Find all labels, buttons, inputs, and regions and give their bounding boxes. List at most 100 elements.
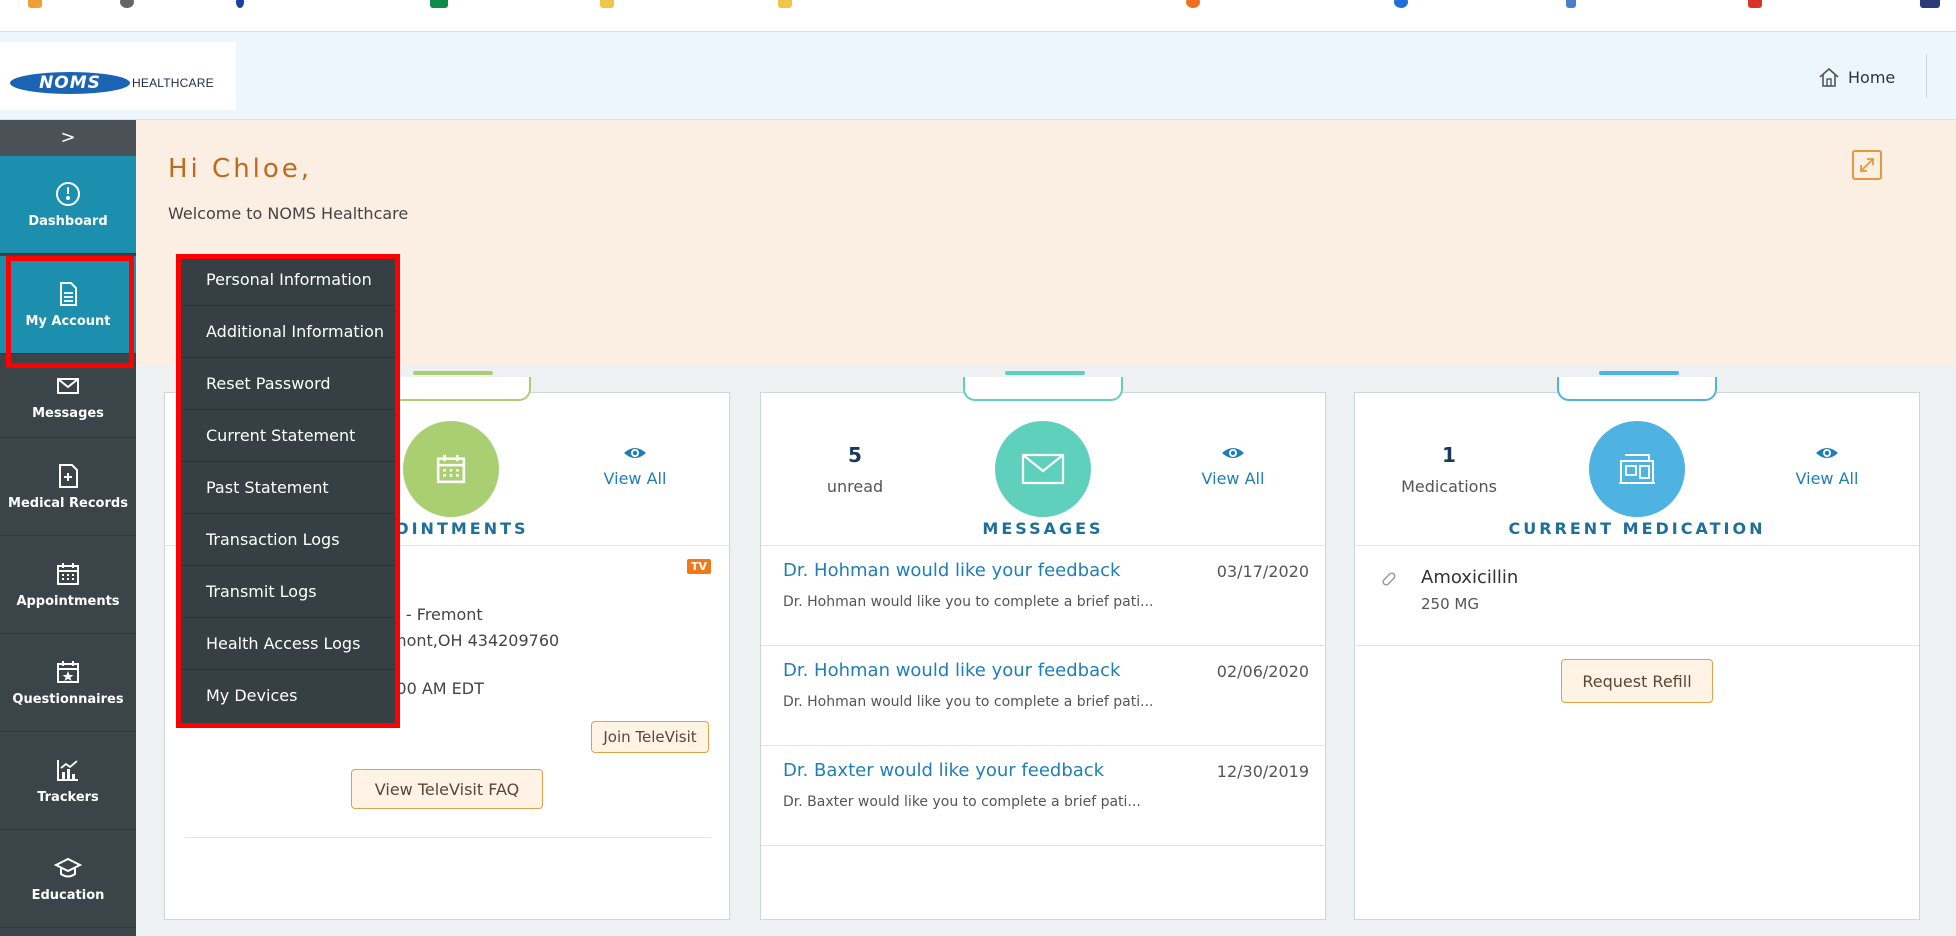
card-divider xyxy=(1355,645,1919,646)
message-date: 12/30/2019 xyxy=(1216,762,1309,781)
sidebar-item-label: Medical Records xyxy=(8,496,128,511)
logo-main-text: NOMS xyxy=(39,73,101,93)
medical-records-icon xyxy=(59,464,78,488)
sidebar-item-my-account[interactable]: My Account xyxy=(0,256,136,354)
bookmark-icon[interactable] xyxy=(1186,0,1200,8)
sidebar: > Dashboard My Account Messages Medical … xyxy=(0,120,136,936)
envelope-icon xyxy=(57,378,79,394)
submenu-transmit-logs[interactable]: Transmit Logs xyxy=(176,566,400,618)
messages-card: 5 unread View All MESSAGES Dr. Hohman wo… xyxy=(760,371,1326,920)
bookmark-icon[interactable] xyxy=(28,0,42,8)
message-row[interactable]: Dr. Hohman would like your feedback 03/1… xyxy=(761,546,1325,646)
sidebar-item-label: Dashboard xyxy=(28,214,108,229)
calendar-icon xyxy=(57,563,79,585)
sidebar-item-education[interactable]: Education xyxy=(0,830,136,928)
submenu-personal-information[interactable]: Personal Information xyxy=(176,254,400,306)
view-all-label: View All xyxy=(603,469,667,488)
submenu-health-access-logs[interactable]: Health Access Logs xyxy=(176,618,400,670)
calendar-icon xyxy=(436,454,466,484)
message-date: 03/17/2020 xyxy=(1216,562,1309,581)
my-account-submenu: Personal Information Additional Informat… xyxy=(176,254,400,728)
eye-icon xyxy=(1816,448,1838,458)
messages-circle xyxy=(995,421,1091,517)
message-row[interactable]: Dr. Baxter would like your feedback 12/3… xyxy=(761,746,1325,846)
bookmark-icon[interactable] xyxy=(778,0,792,8)
messages-count-label: unread xyxy=(826,477,884,496)
dashboard-gauge-icon xyxy=(56,182,80,206)
eye-icon xyxy=(1222,448,1244,458)
medication-dose: 250 MG xyxy=(1421,595,1479,613)
medication-count: 1 xyxy=(1442,443,1456,467)
message-title[interactable]: Dr. Baxter would like your feedback xyxy=(783,760,1104,781)
submenu-past-statement[interactable]: Past Statement xyxy=(176,462,400,514)
bookmark-icon[interactable] xyxy=(430,0,448,8)
submenu-current-statement[interactable]: Current Statement xyxy=(176,410,400,462)
sidebar-item-dashboard[interactable]: Dashboard xyxy=(0,156,136,254)
message-title[interactable]: Dr. Hohman would like your feedback xyxy=(783,660,1120,681)
card-tab xyxy=(1557,371,1717,401)
sidebar-item-messages[interactable]: Messages xyxy=(0,356,136,438)
pharmacy-icon xyxy=(1619,454,1655,484)
eye-icon xyxy=(624,448,646,458)
join-televisit-button[interactable]: Join TeleVisit xyxy=(591,721,709,753)
calendar-star-icon xyxy=(57,661,79,683)
message-date: 02/06/2020 xyxy=(1216,662,1309,681)
document-icon xyxy=(60,282,77,306)
welcome-text: Welcome to NOMS Healthcare xyxy=(168,204,409,223)
view-all-label: View All xyxy=(1795,469,1859,488)
sidebar-item-appointments[interactable]: Appointments xyxy=(0,536,136,634)
appointment-location: e - Fremont xyxy=(391,605,483,624)
pill-icon xyxy=(1382,572,1396,586)
appointment-address: mont,OH 434209760 xyxy=(391,631,560,650)
bookmark-icon[interactable] xyxy=(1920,0,1940,8)
card-tab xyxy=(963,371,1123,401)
bookmark-icon[interactable] xyxy=(1394,0,1408,8)
sidebar-item-label: My Account xyxy=(25,314,111,329)
bookmark-icon[interactable] xyxy=(236,0,244,8)
expand-button[interactable] xyxy=(1852,150,1882,180)
message-preview: Dr. Baxter would like you to complete a … xyxy=(783,794,1141,810)
medication-card: 1 Medications View All CURRENT MEDICATIO… xyxy=(1354,371,1920,920)
submenu-additional-information[interactable]: Additional Information xyxy=(176,306,400,358)
messages-view-all[interactable]: View All xyxy=(1173,445,1293,488)
sidebar-item-label: Appointments xyxy=(16,594,120,609)
sidebar-item-label: Questionnaires xyxy=(12,692,124,707)
home-icon xyxy=(1819,67,1839,87)
home-link[interactable]: Home xyxy=(1818,62,1895,92)
bookmark-icon[interactable] xyxy=(1566,0,1576,8)
sidebar-item-label: Messages xyxy=(32,406,104,421)
sidebar-item-trackers[interactable]: Trackers xyxy=(0,732,136,830)
submenu-transaction-logs[interactable]: Transaction Logs xyxy=(176,514,400,566)
submenu-reset-password[interactable]: Reset Password xyxy=(176,358,400,410)
message-row[interactable]: Dr. Hohman would like your feedback 02/0… xyxy=(761,646,1325,746)
medication-title: CURRENT MEDICATION xyxy=(1508,519,1766,538)
logo[interactable]: NOMS HEALTHCARE xyxy=(0,42,236,110)
appointments-view-all[interactable]: View All xyxy=(575,445,695,488)
request-refill-button[interactable]: Request Refill xyxy=(1561,659,1713,703)
medication-count-label: Medications xyxy=(1401,477,1497,496)
view-televisit-faq-button[interactable]: View TeleVisit FAQ xyxy=(351,769,543,809)
message-preview: Dr. Hohman would like you to complete a … xyxy=(783,694,1154,710)
bookmark-icon[interactable] xyxy=(600,0,614,8)
header-divider xyxy=(1926,54,1927,98)
home-label: Home xyxy=(1848,67,1896,87)
bookmark-icon[interactable] xyxy=(120,0,134,8)
logo-badge: NOMS xyxy=(10,72,130,94)
appointments-circle xyxy=(403,421,499,517)
envelope-icon xyxy=(1021,453,1065,485)
top-header: NOMS HEALTHCARE Home xyxy=(0,32,1956,120)
message-preview: Dr. Hohman would like you to complete a … xyxy=(783,594,1154,610)
medication-view-all[interactable]: View All xyxy=(1767,445,1887,488)
submenu-my-devices[interactable]: My Devices xyxy=(176,670,400,722)
sidebar-item-medical-records[interactable]: Medical Records xyxy=(0,438,136,536)
appointments-title: OINTMENTS xyxy=(395,519,529,538)
messages-count: 5 xyxy=(848,443,862,467)
medication-name[interactable]: Amoxicillin xyxy=(1421,567,1518,588)
logo-sub-text: HEALTHCARE xyxy=(132,76,214,90)
bookmark-icon[interactable] xyxy=(1748,0,1762,8)
televisit-badge: TV xyxy=(687,559,712,574)
message-title[interactable]: Dr. Hohman would like your feedback xyxy=(783,560,1120,581)
sidebar-item-questionnaires[interactable]: Questionnaires xyxy=(0,634,136,732)
card-divider xyxy=(1355,545,1919,546)
sidebar-toggle-button[interactable]: > xyxy=(0,120,136,156)
